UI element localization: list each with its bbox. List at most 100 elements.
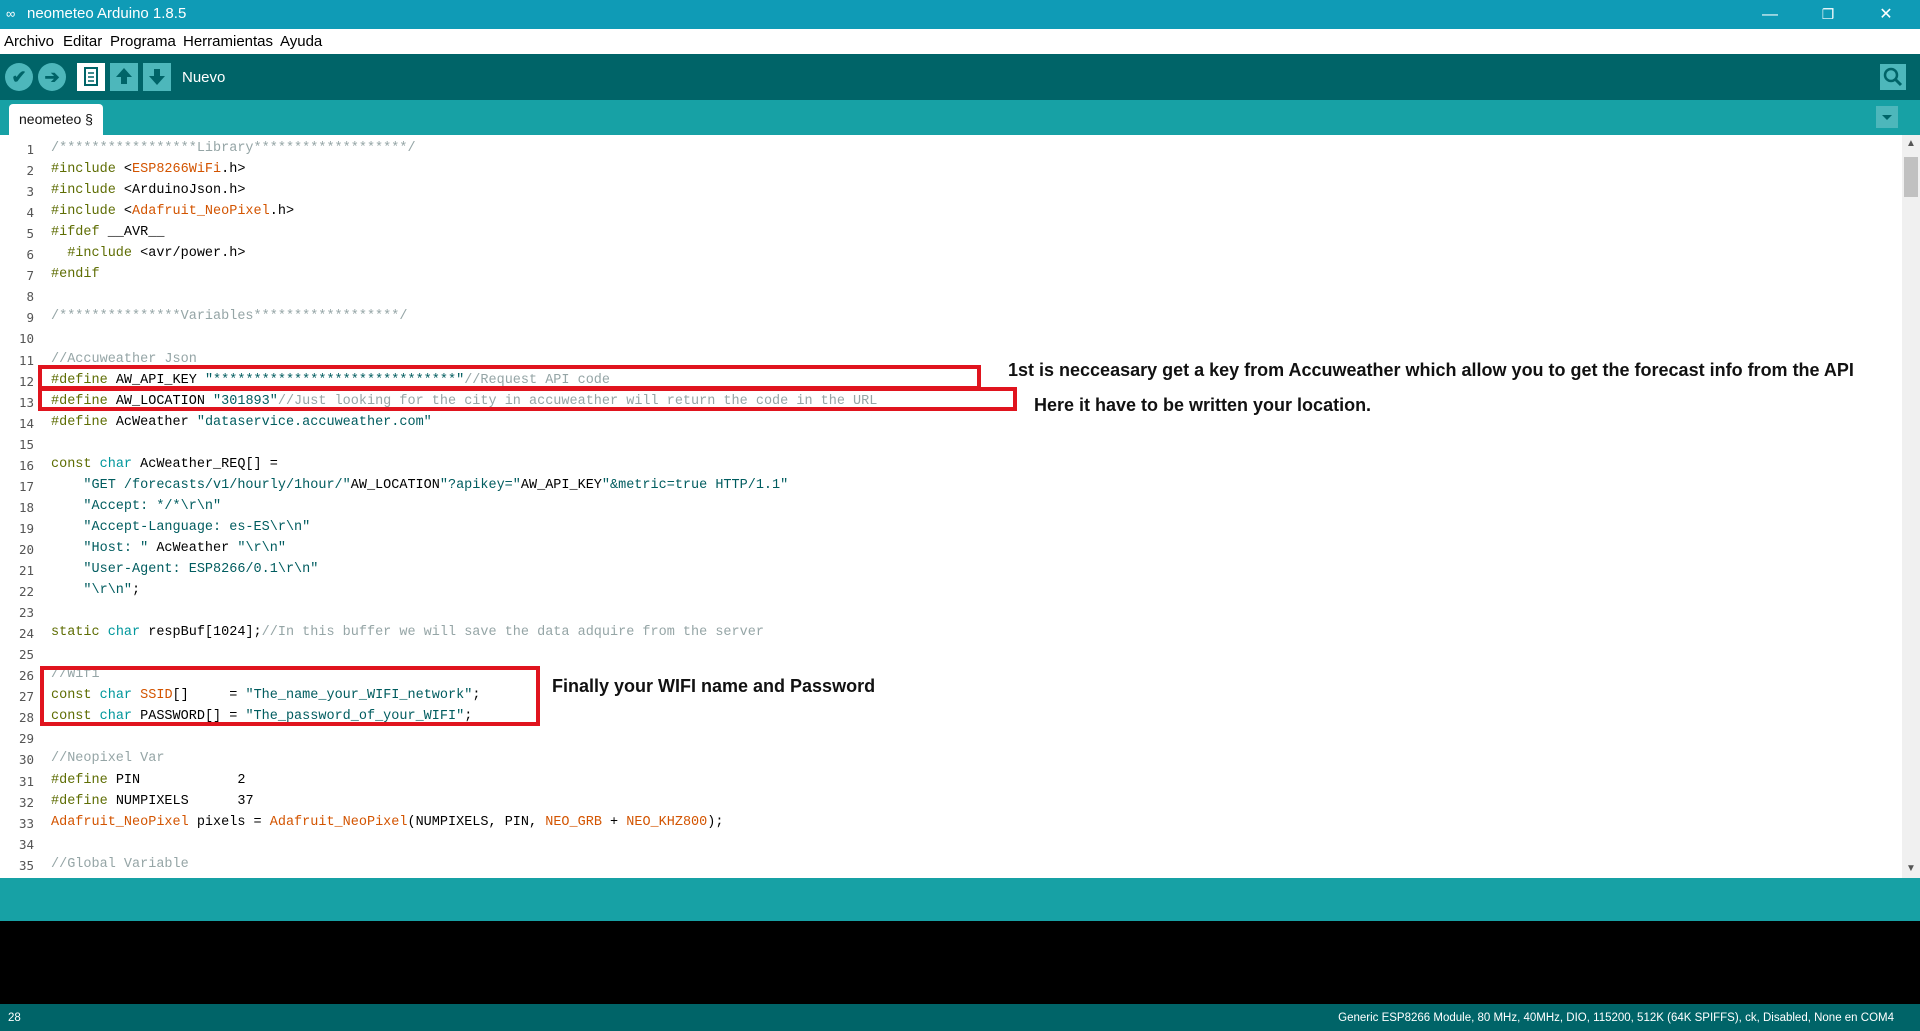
arrow-up-icon bbox=[116, 68, 132, 84]
code-line[interactable]: const char AcWeather_REQ[] = bbox=[51, 457, 278, 472]
title-bar: ∞ neometeo Arduino 1.8.5 — ❐ ✕ bbox=[0, 0, 1920, 29]
maximize-button[interactable]: ❐ bbox=[1805, 0, 1851, 29]
line-number: 33 bbox=[18, 815, 34, 831]
line-number-gutter: 1 2 3 4 5 6 7 8 9 10 11 12 13 14 15 16 17 18 19 20 21 22 23 24 2… bbox=[0, 135, 38, 878]
code-line[interactable]: "\r\n"; bbox=[51, 583, 140, 598]
annotation-location: Here it have to be written your location… bbox=[1034, 395, 1372, 415]
code-line[interactable]: #define AcWeather "dataservice.accuweath… bbox=[51, 415, 432, 430]
code-line[interactable]: #include <Adafruit_NeoPixel.h> bbox=[51, 204, 294, 219]
code-line[interactable]: /***************Variables***************… bbox=[51, 309, 407, 324]
new-file-icon bbox=[84, 67, 98, 86]
line-number: 9 bbox=[26, 310, 34, 326]
code-line[interactable]: "Accept: */*\r\n" bbox=[51, 499, 221, 514]
line-number: 11 bbox=[18, 352, 34, 368]
code-line[interactable]: "Host: " AcWeather "\r\n" bbox=[51, 541, 286, 556]
annotation-wifi: Finally your WIFI name and Password bbox=[552, 676, 876, 696]
code-line[interactable]: #endif bbox=[51, 267, 100, 282]
line-number: 20 bbox=[18, 541, 34, 557]
scroll-up-icon[interactable]: ▲ bbox=[1902, 135, 1920, 153]
chevron-down-icon bbox=[1882, 115, 1892, 120]
code-line[interactable]: #include <avr/power.h> bbox=[51, 246, 245, 261]
line-number: 19 bbox=[18, 520, 34, 536]
serial-monitor-button[interactable] bbox=[1880, 64, 1906, 90]
line-number: 31 bbox=[18, 773, 34, 789]
tab-neometeo[interactable]: neometeo § bbox=[9, 104, 103, 135]
code-line[interactable]: "Accept-Language: es-ES\r\n" bbox=[51, 520, 310, 535]
tab-menu-button[interactable] bbox=[1876, 106, 1898, 128]
line-number: 13 bbox=[18, 394, 34, 410]
vertical-scrollbar[interactable]: ▲ ▼ bbox=[1902, 135, 1920, 878]
line-number: 7 bbox=[26, 268, 34, 284]
window-title: neometeo Arduino 1.8.5 bbox=[27, 5, 187, 22]
line-number: 3 bbox=[26, 184, 34, 200]
arduino-logo-icon: ∞ bbox=[6, 6, 16, 21]
scroll-thumb[interactable] bbox=[1904, 157, 1918, 197]
minimize-button[interactable]: — bbox=[1747, 0, 1793, 29]
line-number: 26 bbox=[18, 668, 34, 684]
line-number: 12 bbox=[18, 373, 34, 389]
line-number: 2 bbox=[26, 163, 34, 179]
menu-editar[interactable]: Editar bbox=[63, 33, 102, 50]
arrow-down-icon bbox=[149, 69, 165, 85]
code-line[interactable]: /*****************Library***************… bbox=[51, 141, 416, 156]
code-line[interactable]: #include <ESP8266WiFi.h> bbox=[51, 162, 245, 177]
line-number: 4 bbox=[26, 205, 34, 221]
code-line[interactable]: #ifdef __AVR__ bbox=[51, 225, 164, 240]
line-number: 10 bbox=[18, 331, 34, 347]
open-button[interactable] bbox=[110, 63, 138, 91]
close-button[interactable]: ✕ bbox=[1863, 0, 1909, 29]
code-line[interactable]: "User-Agent: ESP8266/0.1\r\n" bbox=[51, 562, 318, 577]
line-number: 8 bbox=[26, 289, 34, 305]
status-bar bbox=[0, 878, 1920, 921]
toolbar: ✔ ➔ Nuevo bbox=[0, 54, 1920, 100]
code-line[interactable]: "GET /forecasts/v1/hourly/1hour/"AW_LOCA… bbox=[51, 478, 788, 493]
code-line[interactable]: static char respBuf[1024];//In this buff… bbox=[51, 625, 764, 640]
current-line-number: 28 bbox=[8, 1012, 21, 1024]
line-number: 30 bbox=[18, 752, 34, 768]
code-line[interactable]: //Neopixel Var bbox=[51, 751, 164, 766]
line-number: 17 bbox=[18, 478, 34, 494]
footer-bar: 28 Generic ESP8266 Module, 80 MHz, 40MHz… bbox=[0, 1004, 1920, 1031]
line-number: 34 bbox=[18, 836, 34, 852]
code-line[interactable]: Adafruit_NeoPixel pixels = Adafruit_NeoP… bbox=[51, 815, 723, 830]
line-number: 25 bbox=[18, 647, 34, 663]
line-number: 1 bbox=[26, 142, 34, 157]
verify-button[interactable]: ✔ bbox=[5, 63, 33, 91]
line-number: 21 bbox=[18, 563, 34, 578]
menu-ayuda[interactable]: Ayuda bbox=[280, 33, 322, 50]
menu-programa[interactable]: Programa bbox=[110, 33, 176, 50]
line-number: 29 bbox=[18, 731, 34, 747]
line-number: 22 bbox=[18, 584, 34, 600]
code-line[interactable]: //Global Variable bbox=[51, 857, 189, 872]
line-number: 16 bbox=[18, 457, 34, 473]
annotation-api-key: 1st is necceasary get a key from Accuwea… bbox=[1008, 360, 1854, 380]
line-number: 24 bbox=[18, 626, 34, 642]
upload-button[interactable]: ➔ bbox=[38, 63, 66, 91]
code-editor[interactable]: 1 2 3 4 5 6 7 8 9 10 11 12 13 14 15 16 17 18 19 20 21 22 23 24 2… bbox=[0, 135, 1920, 878]
save-button[interactable] bbox=[143, 63, 171, 91]
magnifier-icon bbox=[1883, 67, 1903, 87]
line-number: 27 bbox=[18, 689, 34, 705]
line-number: 15 bbox=[18, 436, 34, 452]
new-sketch-button[interactable] bbox=[77, 63, 105, 91]
board-info: Generic ESP8266 Module, 80 MHz, 40MHz, D… bbox=[1338, 1012, 1894, 1024]
line-number: 32 bbox=[18, 794, 34, 810]
annotation-box-location bbox=[38, 387, 1017, 411]
menu-bar: Archivo Editar Programa Herramientas Ayu… bbox=[0, 29, 1920, 54]
line-number: 14 bbox=[18, 415, 34, 431]
annotation-box-wifi bbox=[40, 666, 540, 726]
code-line[interactable]: #define PIN 2 bbox=[51, 773, 245, 788]
code-line[interactable]: #include <ArduinoJson.h> bbox=[51, 183, 245, 198]
menu-archivo[interactable]: Archivo bbox=[4, 33, 54, 50]
scroll-down-icon[interactable]: ▼ bbox=[1902, 860, 1920, 878]
line-number: 5 bbox=[26, 226, 34, 242]
menu-herramientas[interactable]: Herramientas bbox=[183, 33, 273, 50]
toolbar-hover-label: Nuevo bbox=[182, 69, 226, 86]
line-number: 6 bbox=[26, 247, 34, 263]
line-number: 23 bbox=[18, 605, 34, 621]
tab-bar: neometeo § bbox=[0, 100, 1920, 135]
line-number: 35 bbox=[18, 857, 34, 873]
code-line[interactable]: #define NUMPIXELS 37 bbox=[51, 794, 254, 809]
line-number: 28 bbox=[18, 710, 34, 726]
console-output[interactable] bbox=[0, 921, 1920, 1004]
